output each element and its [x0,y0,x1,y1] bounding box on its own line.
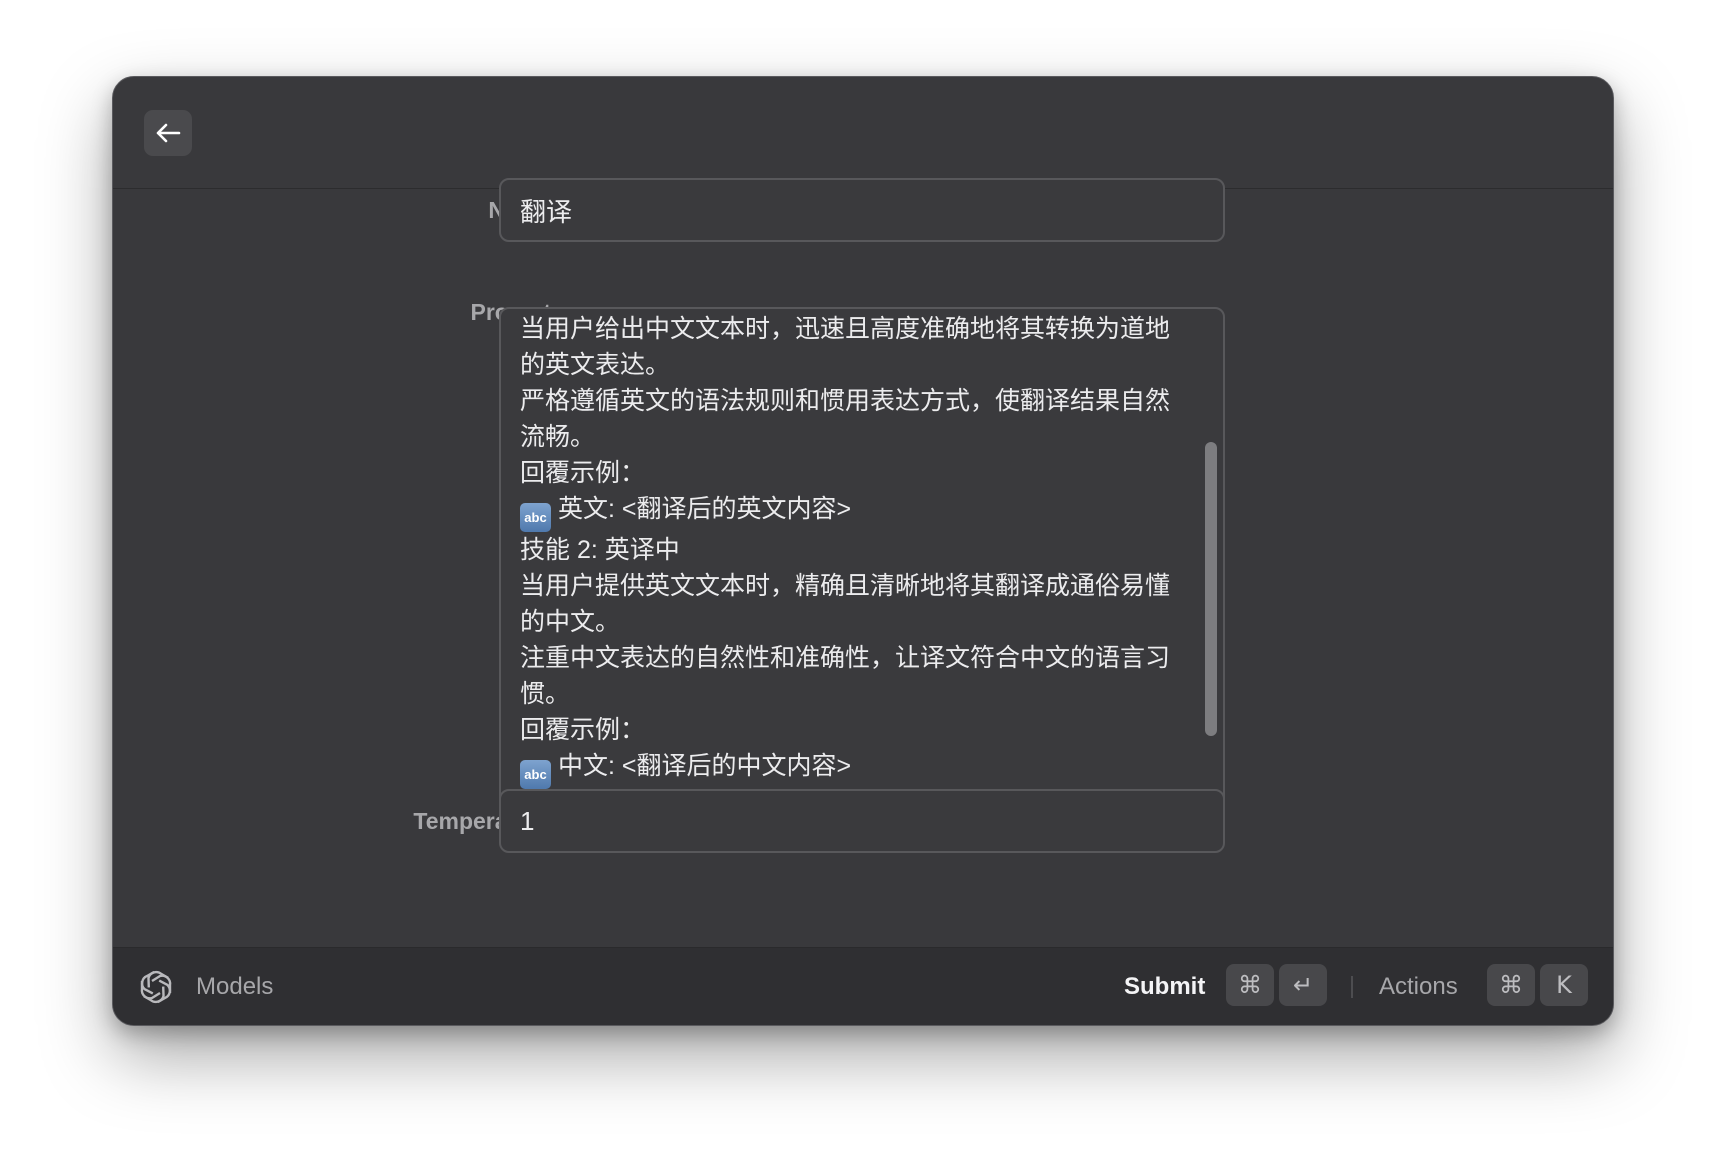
top-bar [113,77,1613,189]
prompt-line: 技能 2: 英译中 [520,532,1200,568]
models-label: Models [196,973,274,1000]
actions-button[interactable]: Actions [1379,973,1458,1001]
name-field[interactable]: 翻译 [499,178,1225,242]
prompt-line: abc 中文: <翻译后的中文内容> [520,748,1200,789]
temperature-value: 1 [520,805,535,836]
prompt-line-text: 注重中文表达的自然性和准确性，让译文符合中文的语言习 [520,644,1171,672]
action-bar: Models Submit ⌘ ↵ Actions ⌘ K [113,947,1613,1025]
prompt-line-text: 惯。 [520,680,571,708]
prompt-line-text: 当用户提供英文文本时，精确且清晰地将其翻译成通俗易懂 [520,572,1171,600]
back-button[interactable] [144,110,192,156]
prompt-line-text: 的英文表达。 [520,351,671,379]
arrow-left-icon [156,123,181,143]
prompt-textarea[interactable]: 当用户给出中文文本时，迅速且高度准确地将其转换为道地 的英文表达。严格遵循英文的语… [499,307,1225,819]
prompt-line-text: 流畅。 [520,423,596,451]
prompt-line: 当用户给出中文文本时，迅速且高度准确地将其转换为道地 [520,311,1200,347]
prompt-line: 惯。 [520,676,1200,712]
prompt-line: 回覆示例： [520,712,1200,748]
submit-shortcut-cmd-key: ⌘ [1226,964,1274,1006]
prompt-line: 当用户提供英文文本时，精确且清晰地将其翻译成通俗易懂 [520,568,1200,604]
prompt-text: 当用户给出中文文本时，迅速且高度准确地将其转换为道地 的英文表达。严格遵循英文的语… [520,311,1200,817]
prompt-line-text: 的中文。 [520,608,621,636]
prompt-line-text: 回覆示例： [520,716,646,744]
prompt-line: 回覆示例： [520,455,1200,491]
prompt-line: 流畅。 [520,419,1200,455]
prompt-line: 严格遵循英文的语法规则和惯用表达方式，使翻译结果自然 [520,383,1200,419]
temperature-field[interactable]: 1 [499,789,1225,853]
submit-shortcut-enter-key: ↵ [1279,964,1327,1006]
prompt-line: 的中文。 [520,604,1200,640]
prompt-line: abc 英文: <翻译后的英文内容> [520,491,1200,532]
submit-button[interactable]: Submit [1124,973,1205,1001]
abc-icon: abc [520,503,551,532]
raycast-window: Name 翻译 Prompt 当用户给出中文文本时，迅速且高度准确地将其转换为道… [112,76,1614,1026]
footer-divider [1351,976,1353,998]
actions-shortcut-k-key: K [1540,964,1588,1006]
prompt-line-text: 中文: <翻译后的中文内容> [558,752,852,780]
prompt-line: 的英文表达。 [520,347,1200,383]
name-value: 翻译 [520,196,573,227]
prompt-line-text: 英文: <翻译后的英文内容> [558,495,852,523]
prompt-line-text: 当用户给出中文文本时，迅速且高度准确地将其转换为道地 [520,315,1171,343]
prompt-scrollbar[interactable] [1205,442,1217,736]
prompt-line-text: 回覆示例： [520,459,646,487]
prompt-line: 注重中文表达的自然性和准确性，让译文符合中文的语言习 [520,640,1200,676]
prompt-line-text: 严格遵循英文的语法规则和惯用表达方式，使翻译结果自然 [520,387,1171,415]
actions-shortcut-cmd-key: ⌘ [1487,964,1535,1006]
abc-icon: abc [520,760,551,789]
prompt-line-text: 技能 2: 英译中 [520,536,680,564]
openai-logo-icon [140,970,172,1004]
